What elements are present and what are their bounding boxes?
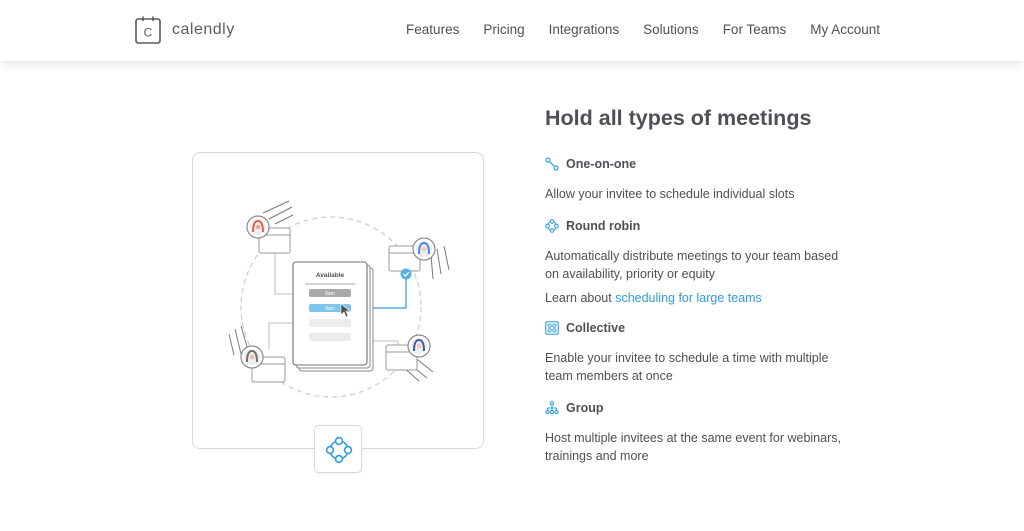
nav-integrations[interactable]: Integrations: [549, 22, 620, 37]
avatar-navy: [407, 334, 431, 358]
feature-title: Group: [566, 401, 604, 415]
round-robin-badge-icon: [325, 436, 353, 464]
feature-description: Allow your invitee to schedule individua…: [545, 187, 795, 201]
time-slot-empty: [309, 319, 351, 327]
calendar-logo-icon: C: [135, 16, 161, 44]
large-teams-link[interactable]: scheduling for large teams: [615, 291, 762, 305]
main-nav: Features Pricing Integrations Solutions …: [406, 22, 880, 37]
feature-title: One-on-one: [566, 157, 637, 171]
feature-one-on-one: One-on-one Allow your invitee to schedul…: [545, 157, 855, 203]
group-icon: [545, 401, 559, 415]
top-nav-bar: C calendly Features Pricing Integrations…: [0, 0, 1024, 61]
logo-letter: C: [144, 26, 153, 40]
feature-group: Group Host multiple invitees at the same…: [545, 401, 855, 465]
calendly-logo[interactable]: C calendly: [135, 16, 235, 44]
feature-description: Host multiple invitees at the same event…: [545, 431, 841, 463]
avatar-gray: [240, 345, 264, 369]
round-robin-illustration: Available 8am 9am: [228, 200, 450, 398]
time-slot-label: 8am: [325, 291, 335, 297]
round-robin-icon: [545, 219, 559, 233]
feature-title: Round robin: [566, 219, 641, 233]
nav-pricing[interactable]: Pricing: [483, 22, 524, 37]
section-title: Hold all types of meetings: [545, 106, 812, 130]
feature-round-robin: Round robin Automatically distribute mee…: [545, 219, 855, 305]
round-robin-badge: [314, 425, 362, 473]
brand-name: calendly: [172, 21, 235, 38]
check-badge-icon: [400, 268, 412, 280]
availability-heading: Available: [316, 272, 345, 279]
feature-description: Automatically distribute meetings to you…: [545, 249, 839, 281]
learn-more-line: Learn about scheduling for large teams: [545, 291, 855, 305]
feature-description: Enable your invitee to schedule a time w…: [545, 351, 829, 383]
nav-my-account[interactable]: My Account: [810, 22, 880, 37]
nav-for-teams[interactable]: For Teams: [723, 22, 787, 37]
nav-solutions[interactable]: Solutions: [643, 22, 699, 37]
feature-title: Collective: [566, 321, 626, 335]
time-slot-empty: [309, 333, 351, 341]
avatar-blue: [412, 237, 436, 261]
learn-more-prefix: Learn about: [545, 291, 616, 305]
one-on-one-icon: [545, 157, 559, 171]
collective-icon: [545, 321, 559, 335]
meeting-types-section: Hold all types of meetings One-on-one Al…: [545, 106, 855, 481]
avatar-red: [246, 215, 270, 239]
meeting-type-illustration: Available 8am 9am: [192, 152, 484, 449]
time-slot-label: 9am: [325, 306, 335, 312]
nav-features[interactable]: Features: [406, 22, 459, 37]
feature-collective: Collective Enable your invitee to schedu…: [545, 321, 855, 385]
